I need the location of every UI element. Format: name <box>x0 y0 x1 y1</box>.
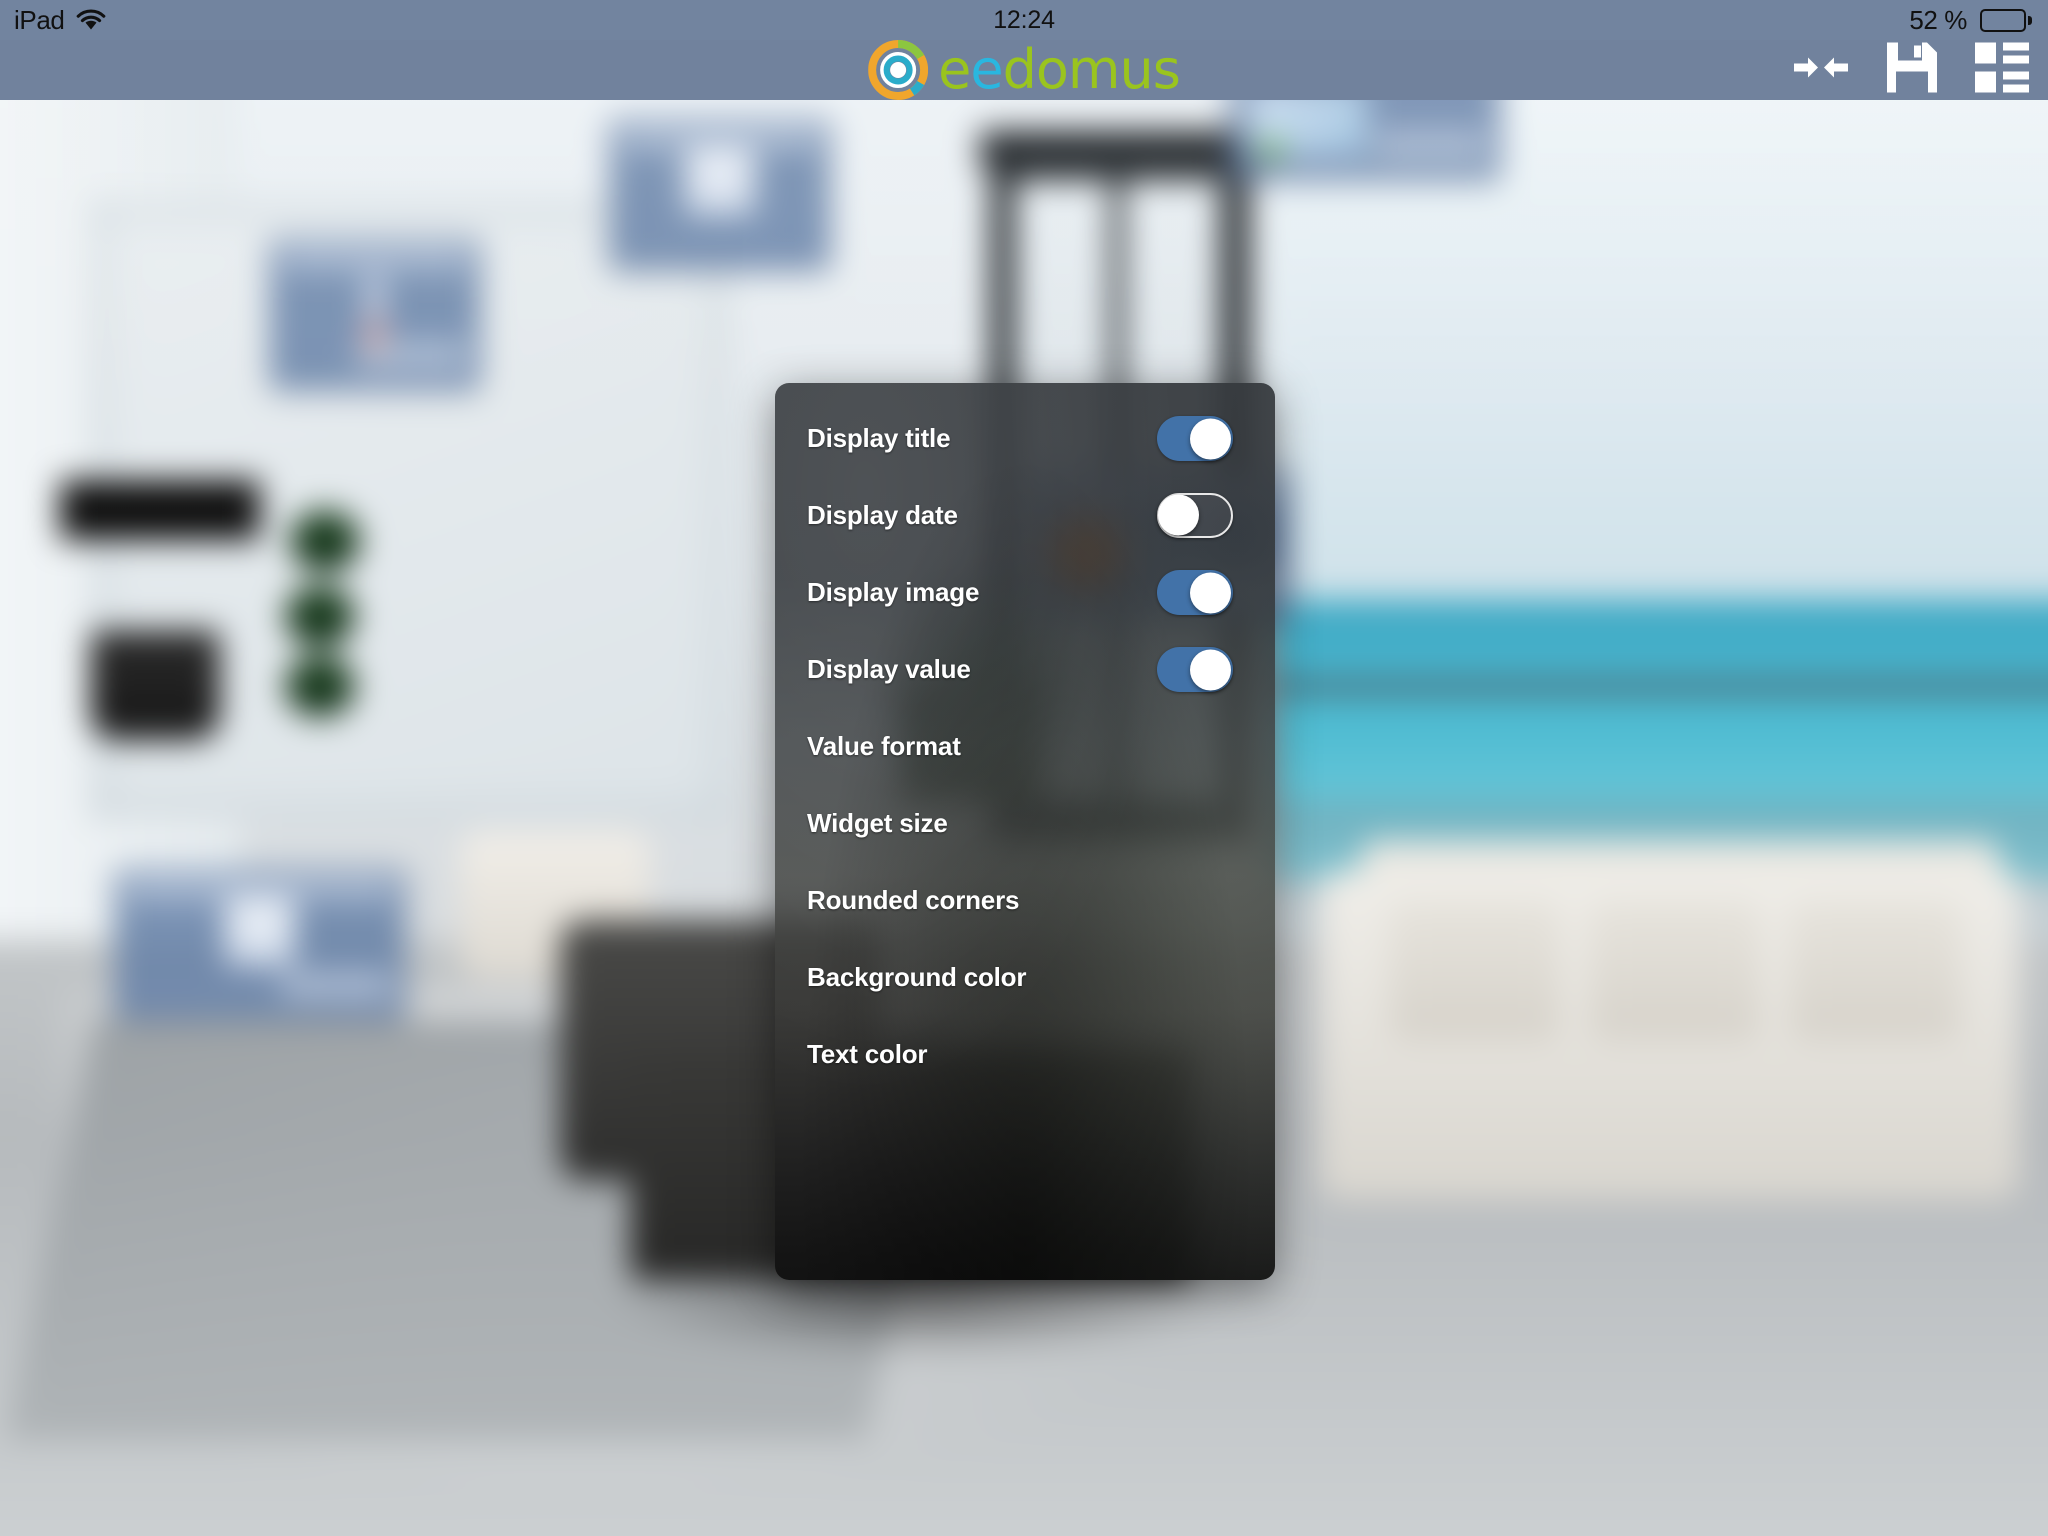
toggle-display-title[interactable] <box>1157 416 1233 461</box>
settings-row-display-value[interactable]: Display value <box>775 631 1275 708</box>
settings-row-background-color[interactable]: Background color <box>775 939 1275 1016</box>
status-clock: 12:24 <box>993 6 1055 34</box>
save-icon[interactable] <box>1884 40 1940 101</box>
toggle-display-date[interactable] <box>1157 493 1233 538</box>
plant-leaf <box>285 585 355 647</box>
sofa-cushion <box>1790 900 1960 1040</box>
settings-row-display-title[interactable]: Display title <box>775 400 1275 477</box>
map-widget[interactable] <box>1230 100 1500 180</box>
battery-icon <box>1980 8 2032 32</box>
status-bar: iPad 12:24 52 % <box>0 0 2048 40</box>
widget-title-bar <box>280 250 470 268</box>
settings-label-display-date: Display date <box>807 500 958 530</box>
app-header: eedomus <box>0 40 2048 100</box>
widget-value <box>1376 132 1486 158</box>
eedomus-logo-icon <box>868 40 929 100</box>
toggle-knob <box>1190 649 1231 690</box>
settings-row-widget-size[interactable]: Widget size <box>775 785 1275 862</box>
widget-value <box>356 342 466 368</box>
screen-root: iPad 12:24 52 % eedomus Display title Di… <box>0 0 2048 1536</box>
toggle-display-image[interactable] <box>1157 570 1233 615</box>
shutter-widget-2[interactable] <box>115 870 405 1020</box>
floor-lamp <box>90 630 220 740</box>
widget-title-bar <box>620 130 820 148</box>
sofa-cushion <box>1390 900 1560 1040</box>
settings-row-rounded-corners[interactable]: Rounded corners <box>775 862 1275 939</box>
shutter-icon <box>225 900 295 966</box>
widget-value <box>281 972 391 998</box>
battery-cap <box>2028 15 2032 25</box>
widget-settings-dialog: Display title Display date Display image Di… <box>775 383 1275 1280</box>
toggle-knob <box>1190 572 1231 613</box>
settings-label-display-title: Display title <box>807 423 951 453</box>
toggle-knob <box>1158 494 1199 536</box>
settings-row-display-date[interactable]: Display date <box>775 477 1275 554</box>
layout-grid-icon[interactable] <box>1974 41 2030 100</box>
settings-row-text-color[interactable]: Text color <box>775 1016 1275 1093</box>
battery-body <box>1980 8 2026 32</box>
brand-wordmark: eedomus <box>938 43 1181 97</box>
settings-label-display-value: Display value <box>807 654 971 684</box>
settings-row-display-image[interactable]: Display image <box>775 554 1275 631</box>
plant-leaf <box>285 655 355 717</box>
thermometer-widget[interactable] <box>270 240 480 390</box>
settings-label-text-color: Text color <box>807 1039 928 1069</box>
map-marker-icon <box>1262 140 1282 158</box>
plant-leaf <box>290 510 360 572</box>
settings-label-rounded-corners: Rounded corners <box>807 885 1020 915</box>
settings-label-widget-size: Widget size <box>807 808 948 838</box>
settings-label-value-format: Value format <box>807 731 961 761</box>
dark-shelf <box>60 480 260 540</box>
widget-title-bar <box>125 880 395 898</box>
battery-percent-label: 52 % <box>1909 5 1967 35</box>
brand-letter-rest: domus <box>1002 38 1181 101</box>
balcony-rail <box>1270 680 2048 694</box>
sofa-cushion <box>1590 900 1760 1040</box>
toggle-display-value[interactable] <box>1157 647 1233 692</box>
shutter-widget[interactable] <box>610 120 830 270</box>
toggle-knob <box>1190 418 1231 459</box>
settings-label-background-color: Background color <box>807 962 1027 992</box>
settings-label-display-image: Display image <box>807 577 980 607</box>
header-actions <box>1792 40 2030 101</box>
brand-logo[interactable]: eedomus <box>868 40 1181 100</box>
collapse-arrows-icon[interactable] <box>1792 51 1850 90</box>
settings-row-value-format[interactable]: Value format <box>775 708 1275 785</box>
brand-letter-1: e <box>938 38 971 101</box>
status-bar-right: 52 % <box>1909 0 2032 40</box>
brand-letter-2: e <box>970 38 1003 101</box>
shutter-icon <box>685 150 755 216</box>
